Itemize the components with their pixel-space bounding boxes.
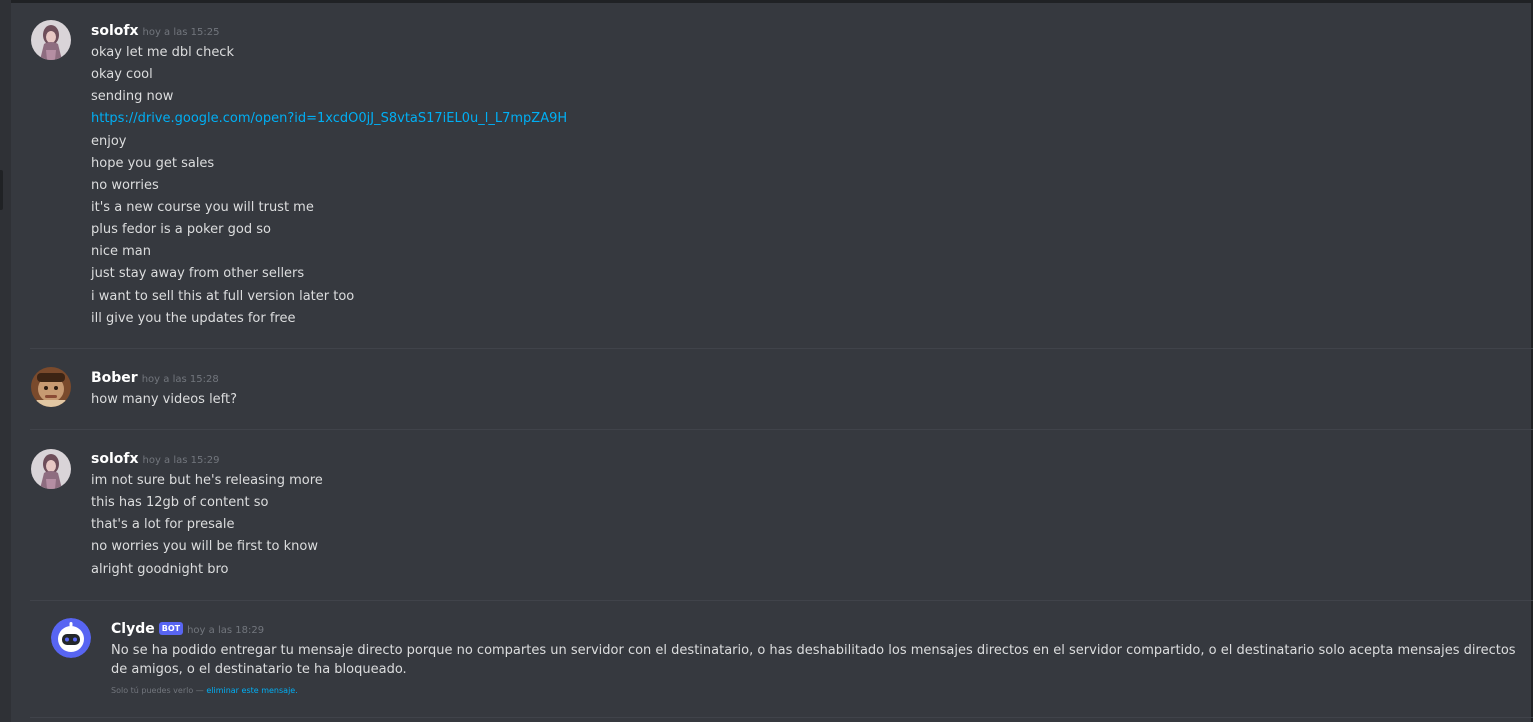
timestamp: hoy a las 18:29 — [187, 625, 265, 636]
bot-message-text: No se ha podido entregar tu mensaje dire… — [111, 643, 1516, 677]
message-lines: how many videos left? — [91, 389, 237, 411]
user-avatar[interactable] — [31, 449, 71, 489]
message-divider — [30, 717, 1533, 718]
message-group: solofx hoy a las 15:25 okay let me dbl ch… — [11, 0, 1533, 348]
message-header: Clyde BOT hoy a las 18:29 — [111, 618, 264, 638]
username[interactable]: solofx — [91, 23, 139, 39]
message-line: okay cool — [91, 67, 153, 83]
user-avatar[interactable] — [31, 20, 71, 60]
message-line: no worries — [91, 177, 159, 193]
message-lines: im not sure but he's releasing more this… — [91, 470, 323, 581]
message-line: it's a new course you will trust me — [91, 199, 314, 215]
message-header: solofx hoy a las 15:29 — [91, 448, 219, 468]
message-link[interactable]: https://drive.google.com/open?id=1xcdO0j… — [91, 108, 567, 130]
message-line: enjoy — [91, 133, 127, 149]
message-line: okay let me dbl check — [91, 45, 234, 60]
timestamp: hoy a las 15:28 — [141, 374, 219, 385]
message-line: sending now — [91, 89, 174, 105]
bot-message: Clyde BOT hoy a las 18:29 No se ha podido … — [11, 601, 1533, 717]
message-line: plus fedor is a poker god so — [91, 222, 271, 238]
username[interactable]: Clyde — [111, 621, 155, 637]
message-lines: okay let me dbl check okay cool sending … — [91, 42, 567, 330]
message-line: i want to sell this at full version late… — [91, 288, 355, 304]
message-line: hope you get sales — [91, 155, 215, 171]
user-avatar[interactable] — [31, 367, 71, 407]
ephemeral-notice: Solo tú puedes verlo — eliminar este men… — [111, 686, 298, 695]
message-line: no worries you will be first to know — [91, 539, 318, 555]
message-line: ill give you the updates for free — [91, 310, 296, 326]
bot-tag: BOT — [158, 622, 184, 635]
timestamp: hoy a las 15:25 — [142, 27, 220, 38]
message-line: how many videos left? — [91, 392, 238, 407]
message-line: nice man — [91, 244, 151, 260]
message-line: alright goodnight bro — [91, 561, 229, 577]
message-group: Bober hoy a las 15:28 how many videos lef… — [11, 349, 1533, 429]
message-line: just stay away from other sellers — [91, 266, 305, 282]
username[interactable]: solofx — [91, 451, 139, 467]
message-line: this has 12gb of content so — [91, 495, 269, 511]
username[interactable]: Bober — [91, 370, 138, 386]
timestamp: hoy a las 15:29 — [142, 455, 220, 466]
message-line: im not sure but he's releasing more — [91, 473, 323, 488]
message-group: solofx hoy a las 15:29 im not sure but he… — [11, 430, 1533, 600]
delete-message-link[interactable]: eliminar este mensaje. — [206, 686, 297, 695]
message-header: solofx hoy a las 15:25 — [91, 20, 219, 40]
scrollbar-thumb[interactable] — [0, 170, 3, 210]
ephemeral-note: Solo tú puedes verlo — — [111, 686, 204, 695]
robot-avatar[interactable] — [51, 618, 91, 658]
left-rail — [0, 0, 11, 722]
message-line: that's a lot for presale — [91, 517, 235, 533]
message-header: Bober hoy a las 15:28 — [91, 367, 219, 387]
